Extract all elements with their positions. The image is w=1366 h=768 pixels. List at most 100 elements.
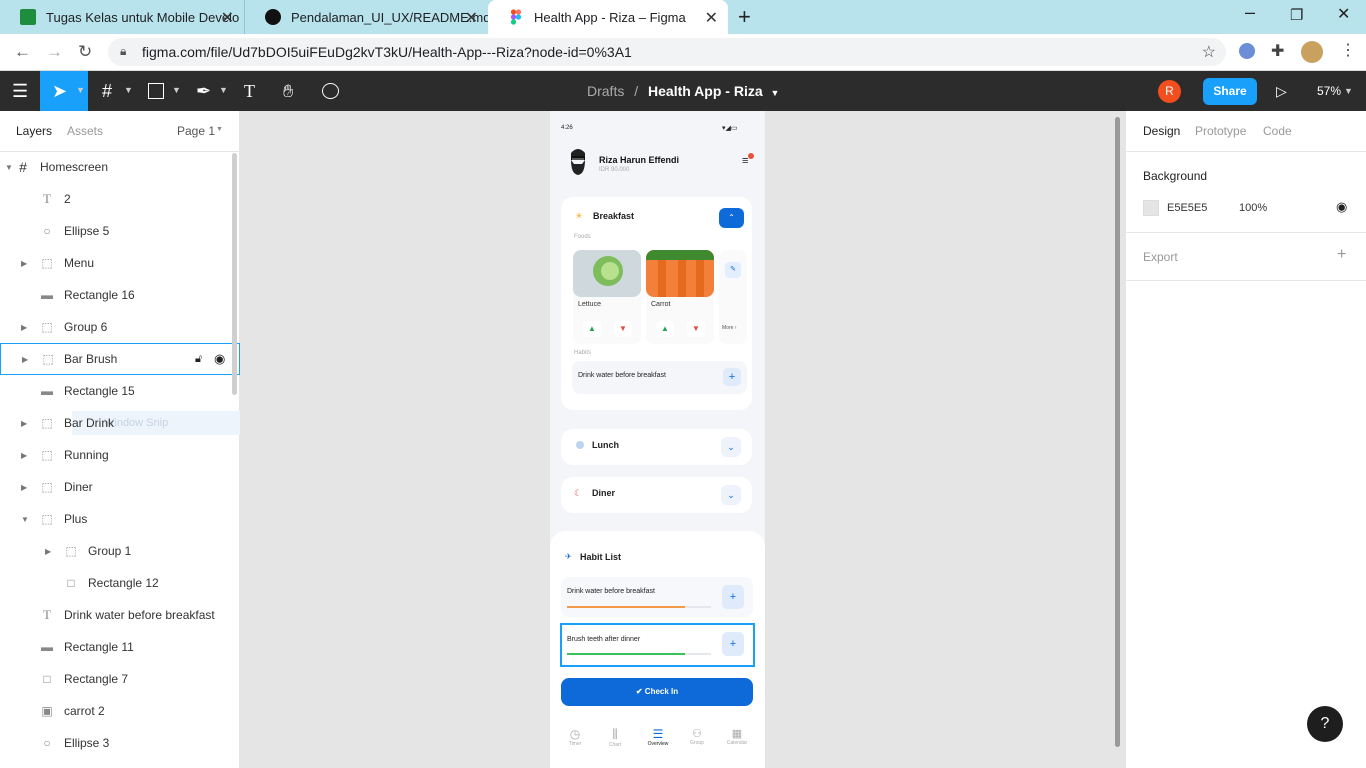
hamburger-menu-icon[interactable]: ☰ (12, 81, 28, 102)
nav-group[interactable]: ⚇ Group (686, 727, 708, 746)
layer-item[interactable]: ▶ ⬚ Group 1 (0, 535, 240, 567)
chevron-right-icon[interactable]: ▶ (21, 451, 27, 460)
frame-tool-icon[interactable]: # (102, 81, 112, 102)
layer-item[interactable]: □ Rectangle 12 (0, 567, 240, 599)
layer-item[interactable]: ▶ ⬚ Group 6 (0, 311, 240, 343)
tab-classroom[interactable]: Tugas Kelas untuk Mobile Develo ✕ (0, 0, 244, 34)
add-habit-button[interactable]: + (723, 368, 741, 386)
move-tool[interactable]: ➤ ▼ (40, 71, 88, 111)
eye-icon[interactable]: ◉ (214, 351, 225, 367)
chevron-right-icon[interactable]: ▶ (45, 547, 51, 556)
page-selector[interactable]: Page 1 (177, 124, 215, 138)
chevron-right-icon[interactable]: ▶ (21, 419, 27, 428)
chevron-down-icon[interactable]: ▼ (216, 126, 223, 133)
nav-chart[interactable]: ⫼ Chart (604, 727, 626, 748)
tab-code[interactable]: Code (1263, 124, 1292, 138)
background-opacity[interactable]: 100% (1239, 202, 1267, 214)
lunch-card[interactable]: Lunch ⌄ (561, 429, 752, 465)
extension-icon[interactable] (1239, 43, 1255, 59)
close-icon[interactable]: ✕ (465, 8, 478, 28)
food-card-lettuce[interactable]: Lettuce ▲ ▼ (573, 250, 641, 344)
chevron-down-icon[interactable]: ⌄ (721, 485, 741, 505)
user-avatar[interactable]: R (1158, 80, 1181, 103)
tab-github[interactable]: Pendalaman_UI_UX/README.md ✕ (244, 0, 490, 34)
chevron-down-icon[interactable]: ⌄ (721, 437, 741, 457)
more-foods-card[interactable]: ✎ More › (719, 250, 747, 344)
add-button[interactable]: + (722, 632, 744, 656)
habit-item-brush-selected[interactable]: Brush teeth after dinner + (560, 623, 755, 667)
thumbs-down-icon[interactable]: ▼ (614, 321, 632, 337)
puzzle-icon[interactable]: ✚ (1271, 41, 1284, 61)
help-button[interactable]: ? (1307, 706, 1343, 742)
eye-icon[interactable]: ◉ (1336, 199, 1347, 215)
file-title[interactable]: Health App - Riza (648, 83, 763, 99)
reload-icon[interactable]: ↻ (78, 42, 92, 62)
layer-frame-homescreen[interactable]: ▼ # Homescreen (0, 151, 240, 183)
layer-item[interactable]: ▣ carrot 2 (0, 695, 240, 727)
close-icon[interactable]: ✕ (221, 8, 234, 28)
collapse-button[interactable]: ⌃ (719, 208, 744, 228)
tab-assets[interactable]: Assets (67, 124, 103, 138)
avatar[interactable] (567, 147, 589, 177)
new-tab-icon[interactable]: + (738, 4, 751, 30)
layer-item[interactable]: ▶ ⬚ Menu (0, 247, 240, 279)
window-close-icon[interactable]: ✕ (1337, 4, 1350, 24)
present-play-icon[interactable]: ▷ (1276, 83, 1287, 100)
unlock-icon[interactable]: 🔓︎ (195, 353, 202, 366)
add-button[interactable]: + (722, 585, 744, 609)
minimize-icon[interactable]: – (1245, 2, 1255, 23)
chevron-down-icon[interactable]: ▼ (5, 163, 13, 172)
layer-item[interactable]: ○ Ellipse 3 (0, 727, 240, 759)
tab-prototype[interactable]: Prototype (1195, 124, 1246, 138)
tab-design[interactable]: Design (1143, 124, 1180, 138)
scrollbar[interactable] (232, 153, 237, 395)
habit-row[interactable]: Drink water before breakfast + (572, 361, 747, 394)
color-swatch[interactable] (1143, 200, 1159, 216)
chevron-right-icon[interactable]: ▶ (21, 259, 27, 268)
pen-tool-icon[interactable]: ✒ (196, 81, 211, 102)
habit-item-drink[interactable]: Drink water before breakfast + (561, 577, 753, 617)
layer-item[interactable]: ▬ Rectangle 16 (0, 279, 240, 311)
close-icon[interactable]: ✕ (705, 8, 718, 28)
thumbs-down-icon[interactable]: ▼ (687, 321, 705, 337)
layer-item[interactable]: T Drink water before breakfast (0, 599, 240, 631)
layer-item[interactable]: ▶ ⬚ Running (0, 439, 240, 471)
breadcrumb-drafts[interactable]: Drafts (587, 83, 624, 99)
nav-calendar[interactable]: ▦ Calendar (724, 727, 750, 746)
share-button[interactable]: Share (1203, 78, 1257, 105)
rectangle-tool-icon[interactable] (148, 83, 164, 99)
nav-overview[interactable]: ☰ Overview (644, 727, 672, 747)
layer-item[interactable]: ▶ ⬚ Diner (0, 471, 240, 503)
layer-item[interactable]: ▬ Rectangle 11 (0, 631, 240, 663)
add-export-icon[interactable]: + (1337, 246, 1346, 264)
chevron-down-icon[interactable]: ▼ (21, 515, 29, 524)
restore-icon[interactable]: ❐ (1290, 6, 1303, 24)
layer-item[interactable]: Window Snip ▶ ⬚ Bar Drink (0, 407, 240, 439)
food-card-carrot[interactable]: Carrot ▲ ▼ (646, 250, 714, 344)
more-menu-icon[interactable]: ⋮ (1340, 40, 1356, 60)
layer-item[interactable]: ▼ ⬚ Plus (0, 503, 240, 535)
chevron-down-icon[interactable]: ▼ (1344, 86, 1353, 96)
zoom-level[interactable]: 57% (1317, 84, 1341, 98)
layer-item[interactable]: ○ Ellipse 5 (0, 215, 240, 247)
back-icon[interactable]: ← (14, 42, 31, 62)
url-field[interactable]: 🔒︎ figma.com/file/Ud7bDOI5uiFEuDg2kvT3kU… (108, 38, 1226, 66)
canvas-scrollbar[interactable] (1115, 117, 1120, 747)
diner-card[interactable]: ☾ Diner ⌄ (561, 477, 752, 513)
layer-item[interactable]: ▬ Rectangle 15 (0, 375, 240, 407)
bookmark-star-icon[interactable]: ☆ (1202, 42, 1216, 62)
layer-item-selected[interactable]: ▶ ⬚ Bar Brush 🔓︎ ◉ (0, 343, 240, 375)
comment-tool-icon[interactable] (322, 83, 339, 99)
layer-item[interactable]: T 2 (0, 183, 240, 215)
thumbs-up-icon[interactable]: ▲ (583, 321, 601, 337)
layer-item[interactable]: □ Rectangle 7 (0, 663, 240, 695)
nav-timer[interactable]: ◷ Timer (564, 727, 586, 747)
profile-avatar[interactable] (1301, 41, 1323, 63)
tab-layers[interactable]: Layers (16, 124, 52, 138)
chevron-right-icon[interactable]: ▶ (21, 323, 27, 332)
background-hex[interactable]: E5E5E5 (1167, 202, 1207, 214)
phone-frame[interactable]: 4:26 ▾◢▭ Riza Harun Effendi IDR 90.000 ≡… (550, 111, 765, 768)
chevron-down-icon[interactable]: ▼ (771, 88, 780, 98)
forward-icon[interactable]: → (46, 42, 63, 62)
tab-figma[interactable]: Health App - Riza – Figma ✕ (488, 0, 728, 34)
